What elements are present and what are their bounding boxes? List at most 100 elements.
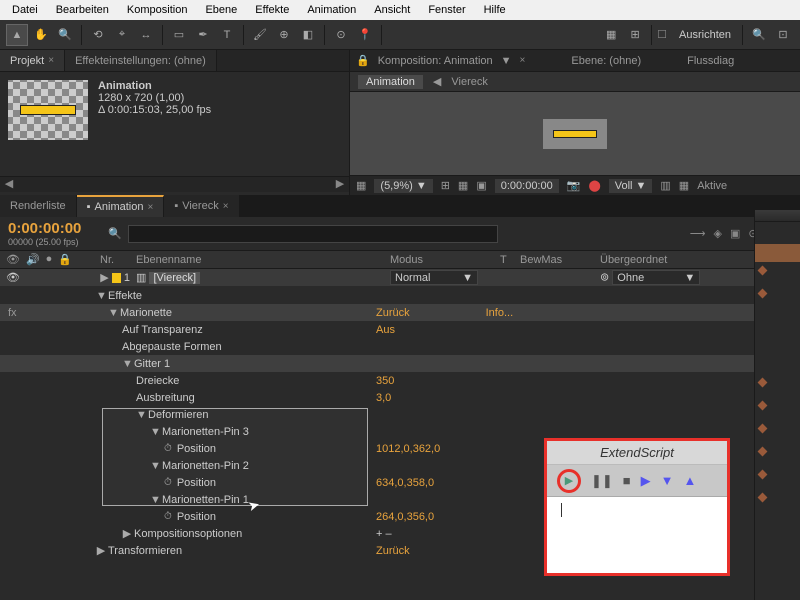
val-pos2[interactable]: 634,0,358,0 [376, 477, 434, 489]
stop-button[interactable]: ■ [623, 473, 631, 488]
tab-effekteinstellungen[interactable]: Effekteinstellungen: (ohne) [65, 50, 217, 71]
composition-thumbnail[interactable] [8, 80, 88, 140]
eraser-tool-icon[interactable]: ◧ [297, 24, 319, 46]
tab-projekt[interactable]: Projekt× [0, 50, 65, 71]
menu-ansicht[interactable]: Ansicht [366, 2, 418, 18]
stopwatch-icon[interactable]: ⏱ [164, 477, 172, 488]
prop-deformieren[interactable]: Deformieren [148, 409, 209, 421]
stopwatch-icon[interactable]: ⏱ [164, 511, 172, 522]
close-icon[interactable]: × [147, 202, 153, 213]
shy-icon[interactable]: ⟶ [690, 227, 706, 240]
align-label[interactable]: Ausrichten [673, 27, 737, 43]
snapshot-icon[interactable]: 📷 [567, 179, 581, 192]
keyframe-icon[interactable] [758, 378, 768, 388]
time-display[interactable]: 0:00:00:00 [495, 179, 559, 193]
keyframe-icon[interactable] [758, 424, 768, 434]
draft3d-icon[interactable]: ◈ [713, 227, 721, 240]
pan-tool-icon[interactable]: ↔ [135, 24, 157, 46]
close-icon[interactable]: × [223, 201, 229, 212]
channel-icon[interactable]: ⬤ [588, 179, 600, 192]
prop-transparenz[interactable]: Auf Transparenz [122, 324, 203, 336]
comp-tab-label[interactable]: Komposition: Animation [378, 55, 493, 67]
prop-kompopt[interactable]: Kompositionsoptionen [134, 528, 242, 540]
menu-animation[interactable]: Animation [299, 2, 364, 18]
scrollbar[interactable]: ◀ ▶ [0, 176, 349, 192]
view-icon[interactable]: ▥ [660, 179, 670, 192]
keyframe-icon[interactable] [758, 470, 768, 480]
brush-tool-icon[interactable]: 🖌 [249, 24, 271, 46]
hand-tool-icon[interactable]: ✋ [30, 24, 52, 46]
menu-effekte[interactable]: Effekte [247, 2, 297, 18]
grid-icon[interactable]: ▦ [458, 179, 468, 192]
menu-hilfe[interactable]: Hilfe [476, 2, 514, 18]
aktive-label[interactable]: Aktive [697, 180, 727, 192]
prop-dreiecke[interactable]: Dreiecke [136, 375, 179, 387]
roto-tool-icon[interactable]: ⊙ [330, 24, 352, 46]
scroll-left-icon[interactable]: ◀ [2, 177, 16, 192]
step-out-button[interactable]: ▲ [684, 473, 697, 488]
close-icon[interactable]: × [48, 55, 54, 66]
snap-icon[interactable]: ⊞ [624, 24, 646, 46]
view2-icon[interactable]: ▦ [679, 179, 689, 192]
tab-renderliste[interactable]: Renderliste [0, 195, 77, 217]
scroll-right-icon[interactable]: ▶ [333, 177, 347, 192]
keyframe-icon[interactable] [758, 493, 768, 503]
pen-tool-icon[interactable]: ✒ [192, 24, 214, 46]
search-input[interactable] [128, 225, 498, 243]
prop-position[interactable]: Position [177, 443, 216, 455]
reset-link[interactable]: Zurück [376, 307, 410, 319]
val-ausbreitung[interactable]: 3,0 [376, 392, 391, 404]
blend-mode-dropdown[interactable]: Normal▼ [390, 270, 478, 285]
zoom-dropdown[interactable]: (5,9%) ▼ [374, 179, 432, 193]
script-editor[interactable] [547, 497, 727, 573]
zoom-tool-icon[interactable]: 🔍 [54, 24, 76, 46]
tab-animation[interactable]: ▪Animation× [77, 195, 165, 217]
reset-link[interactable]: Zurück [376, 545, 410, 557]
menu-fenster[interactable]: Fenster [420, 2, 473, 18]
grid-icon[interactable]: ▦ [600, 24, 622, 46]
timeline-track-area[interactable] [754, 210, 800, 600]
pause-button[interactable]: ❚❚ [591, 473, 613, 489]
rect-tool-icon[interactable]: ▭ [168, 24, 190, 46]
keyframe-icon[interactable] [758, 266, 768, 276]
keyframe-icon[interactable] [758, 289, 768, 299]
stamp-tool-icon[interactable]: ⊕ [273, 24, 295, 46]
ebene-tab[interactable]: Ebene: (ohne) [571, 55, 641, 67]
puppet-tool-icon[interactable]: 📍 [354, 24, 376, 46]
prop-marionette[interactable]: Marionette [120, 307, 172, 319]
prop-pin1[interactable]: Marionetten-Pin 1 [162, 494, 249, 506]
prop-abgepauste[interactable]: Abgepauste Formen [122, 341, 222, 353]
text-tool-icon[interactable]: T [216, 24, 238, 46]
info-link[interactable]: Info... [486, 307, 514, 319]
composition-viewer[interactable] [350, 92, 800, 175]
layer-name[interactable]: [Viereck] [149, 272, 200, 284]
layer-row[interactable]: 👁 ▶1 ▥ [Viereck] Normal▼ ⊚ Ohne▼ [0, 269, 800, 287]
keyframe-icon[interactable] [758, 447, 768, 457]
layer-bar[interactable] [755, 244, 800, 262]
step-in-button[interactable]: ▼ [661, 473, 674, 488]
breadcrumb-animation[interactable]: Animation [358, 75, 423, 89]
play-button[interactable]: ▶ [557, 469, 581, 493]
quality-dropdown[interactable]: Voll ▼ [609, 179, 653, 193]
breadcrumb-viereck[interactable]: Viereck [451, 76, 487, 88]
menu-bearbeiten[interactable]: Bearbeiten [48, 2, 117, 18]
prop-ausbreitung[interactable]: Ausbreitung [136, 392, 195, 404]
search-icon[interactable]: 🔍 [748, 24, 770, 46]
fluss-tab[interactable]: Flussdiag [687, 55, 734, 67]
val-dreiecke[interactable]: 350 [376, 375, 394, 387]
val-pos1[interactable]: 264,0,356,0 [376, 511, 434, 523]
frame-blend-icon[interactable]: ▣ [730, 227, 740, 240]
menu-komposition[interactable]: Komposition [119, 2, 196, 18]
menu-datei[interactable]: Datei [4, 2, 46, 18]
prop-gitter[interactable]: Gitter 1 [134, 358, 170, 370]
parent-dropdown[interactable]: Ohne▼ [612, 270, 700, 285]
tab-viereck[interactable]: ▪Viereck× [164, 195, 239, 217]
mask-icon[interactable]: ▣ [476, 179, 486, 192]
menu-ebene[interactable]: Ebene [197, 2, 245, 18]
extendscript-panel[interactable]: ExtendScript ▶ ❚❚ ■ ▶ ▼ ▲ [544, 438, 730, 576]
val-kompopt[interactable]: + – [376, 528, 392, 540]
step-button[interactable]: ▶ [641, 473, 651, 489]
prop-position[interactable]: Position [177, 511, 216, 523]
prop-effekte[interactable]: Effekte [108, 290, 142, 302]
eye-icon[interactable]: 👁 [6, 271, 20, 284]
